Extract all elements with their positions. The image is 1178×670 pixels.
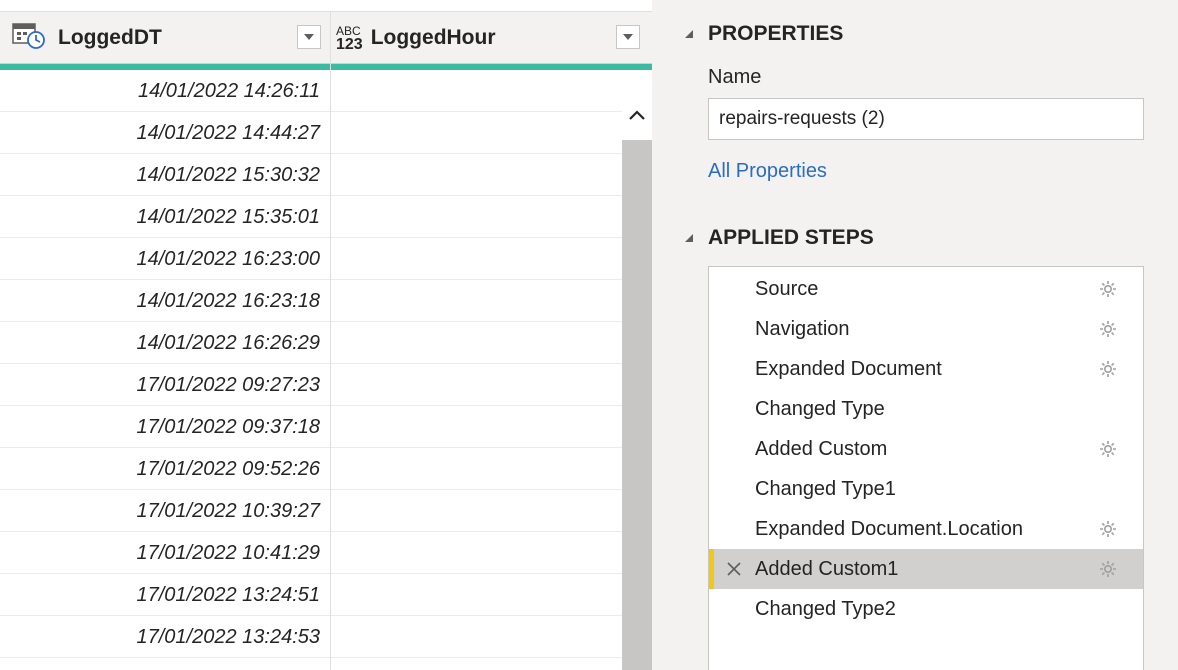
column-divider[interactable] [330,12,331,670]
delete-step-icon[interactable] [725,560,743,584]
step-settings-gear-icon[interactable] [1099,440,1117,464]
table-row[interactable]: 14/01/2022 14:44:27 [0,112,622,154]
applied-step-item[interactable]: Added Custom1 [709,549,1143,589]
scroll-up-button[interactable] [622,100,652,130]
applied-step-label: Added Custom [755,437,888,460]
step-settings-gear-icon[interactable] [1099,560,1117,584]
cell-loggeddt[interactable]: 17/01/2022 09:37:18 [0,406,330,448]
cell-loggeddt[interactable]: 14/01/2022 16:23:18 [0,280,330,322]
column-header-loggedhour[interactable]: ABC 123 LoggedHour [336,12,496,64]
grid-header: LoggedDT ABC 123 LoggedHour [0,12,652,64]
chevron-down-icon [623,34,633,40]
cell-loggedhour[interactable] [331,196,622,238]
applied-steps-section-header[interactable]: APPLIED STEPS [684,226,874,250]
cell-loggedhour[interactable] [331,322,622,364]
table-row[interactable]: 17/01/2022 09:52:26 [0,448,622,490]
applied-steps-title: APPLIED STEPS [708,226,874,249]
cell-loggedhour[interactable] [331,238,622,280]
properties-title: PROPERTIES [708,22,844,45]
cell-loggedhour[interactable] [331,364,622,406]
vertical-scrollbar[interactable] [622,70,652,670]
applied-step-item[interactable]: Source [709,269,1143,309]
step-settings-gear-icon[interactable] [1099,320,1117,344]
properties-section-header[interactable]: PROPERTIES [684,22,843,46]
cell-loggeddt[interactable]: 14/01/2022 14:26:11 [0,70,330,112]
column-filter-dropdown-loggeddt[interactable] [297,25,321,49]
table-row[interactable]: 14/01/2022 16:26:29 [0,322,622,364]
applied-step-item[interactable]: Expanded Document.Location [709,509,1143,549]
cell-loggedhour[interactable] [331,490,622,532]
scrollbar-thumb[interactable] [622,140,652,670]
table-row[interactable]: 17/01/2022 13:24:51 [0,574,622,616]
step-settings-gear-icon[interactable] [1099,280,1117,304]
cell-loggedhour[interactable] [331,574,622,616]
applied-step-label: Expanded Document [755,357,942,380]
cell-loggeddt[interactable]: 14/01/2022 14:44:27 [0,112,330,154]
cell-loggeddt[interactable]: 14/01/2022 15:30:32 [0,154,330,196]
table-row[interactable]: 17/01/2022 10:39:27 [0,490,622,532]
column-header-loggeddt[interactable]: LoggedDT [12,12,162,64]
table-row[interactable]: 17/01/2022 09:37:18 [0,406,622,448]
cell-loggedhour[interactable] [331,154,622,196]
table-row[interactable]: 14/01/2022 16:23:00 [0,238,622,280]
cell-loggedhour[interactable] [331,406,622,448]
table-row[interactable]: 17/01/2022 10:41:29 [0,532,622,574]
table-row[interactable]: 14/01/2022 15:35:01 [0,196,622,238]
query-settings-panel: PROPERTIES Name repairs-requests (2) All… [662,0,1178,670]
cell-loggeddt[interactable]: 17/01/2022 10:39:27 [0,490,330,532]
cell-loggedhour[interactable] [331,70,622,112]
applied-step-item[interactable]: Changed Type1 [709,469,1143,509]
step-settings-gear-icon[interactable] [1099,520,1117,544]
applied-step-label: Added Custom1 [755,557,899,580]
any-type-icon[interactable]: ABC 123 [336,25,363,53]
cell-loggedhour[interactable] [331,616,622,658]
applied-step-label: Changed Type1 [755,477,896,500]
applied-step-item[interactable]: Expanded Document [709,349,1143,389]
table-row[interactable]: 17/01/2022 09:27:23 [0,364,622,406]
applied-step-label: Expanded Document.Location [755,517,1023,540]
applied-step-item[interactable]: Navigation [709,309,1143,349]
cell-loggeddt[interactable]: 17/01/2022 13:24:51 [0,574,330,616]
type-icon-text-bottom: 123 [336,36,363,53]
applied-step-label: Changed Type2 [755,597,896,620]
cell-loggedhour[interactable] [331,112,622,154]
grid-top-strip [0,0,652,12]
datetime-type-icon[interactable] [12,22,48,55]
cell-loggeddt[interactable]: 17/01/2022 09:27:23 [0,364,330,406]
applied-steps-list: Source Navigation Expanded Document Changed… [708,266,1144,670]
applied-step-item[interactable]: Changed Type2 [709,589,1143,629]
cell-loggedhour[interactable] [331,532,622,574]
cell-loggeddt[interactable]: 17/01/2022 10:41:29 [0,532,330,574]
cell-loggedhour[interactable] [331,448,622,490]
table-row[interactable]: 17/01/2022 13:24:53 [0,616,622,658]
column-filter-dropdown-loggedhour[interactable] [616,25,640,49]
column-name-loggedhour: LoggedHour [370,26,496,49]
cell-loggeddt[interactable]: 17/01/2022 13:24:53 [0,616,330,658]
collapse-triangle-icon[interactable] [684,233,694,243]
table-row[interactable]: 14/01/2022 16:23:18 [0,280,622,322]
chevron-down-icon [304,34,314,40]
cell-loggeddt[interactable]: 14/01/2022 16:23:00 [0,238,330,280]
collapse-triangle-icon[interactable] [684,29,694,39]
table-row[interactable]: 14/01/2022 15:30:32 [0,154,622,196]
chevron-up-icon [629,110,645,120]
name-label: Name [708,66,762,88]
applied-step-label: Changed Type [755,397,885,420]
cell-loggeddt[interactable]: 14/01/2022 16:26:29 [0,322,330,364]
applied-step-item[interactable]: Changed Type [709,389,1143,429]
cell-loggedhour[interactable] [331,280,622,322]
all-properties-link[interactable]: All Properties [708,160,827,183]
cell-loggeddt[interactable]: 17/01/2022 09:52:26 [0,448,330,490]
column-name-loggeddt: LoggedDT [58,26,162,49]
query-name-input[interactable]: repairs-requests (2) [708,98,1144,140]
applied-step-item[interactable]: Added Custom [709,429,1143,469]
cell-loggeddt[interactable]: 14/01/2022 15:35:01 [0,196,330,238]
table-row[interactable]: 14/01/2022 14:26:11 [0,70,622,112]
step-settings-gear-icon[interactable] [1099,360,1117,384]
applied-step-label: Source [755,277,819,300]
data-grid: LoggedDT ABC 123 LoggedHour 14/01/2022 1… [0,0,652,670]
applied-step-label: Navigation [755,317,850,340]
